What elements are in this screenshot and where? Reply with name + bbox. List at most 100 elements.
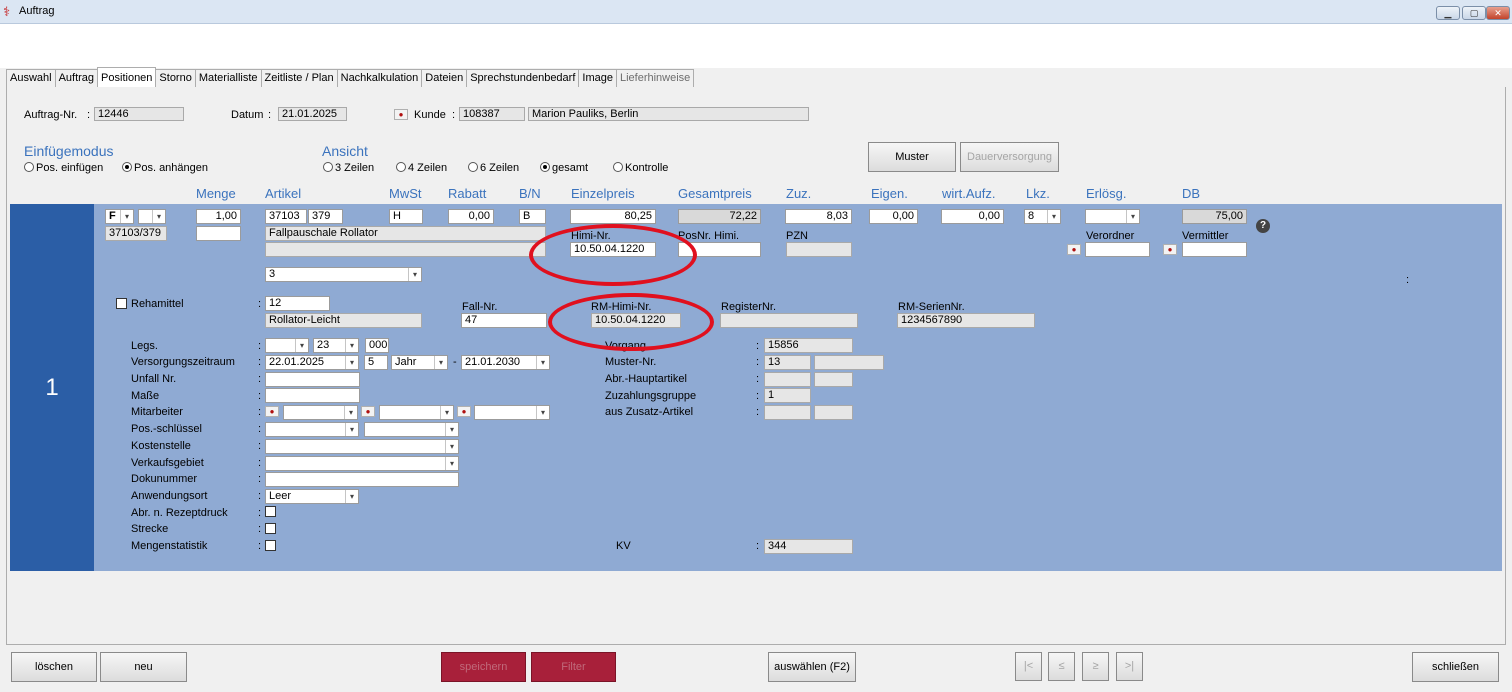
- tab-zeitliste[interactable]: Zeitliste / Plan: [260, 69, 338, 88]
- minimize-icon[interactable]: ▁: [1436, 6, 1460, 20]
- abr-rezeptdruck-checkbox[interactable]: [265, 506, 276, 517]
- speichern-button[interactable]: speichern: [441, 652, 526, 682]
- app-logo-icon: ⚕: [3, 4, 11, 19]
- col-lkz: Lkz.: [1026, 186, 1050, 201]
- vz-to-select[interactable]: 21.01.2030 ▾: [461, 355, 550, 370]
- verordner-input[interactable]: [1085, 242, 1150, 257]
- eigen-input[interactable]: 0,00: [869, 209, 918, 224]
- tab-auswahl[interactable]: Auswahl: [6, 69, 56, 88]
- tab-lieferhinweise[interactable]: Lieferhinweise: [615, 69, 695, 88]
- tab-dateien[interactable]: Dateien: [421, 69, 468, 88]
- dokunummer-label: Dokunummer: [131, 473, 198, 485]
- chevron-down-icon: ▾: [1047, 210, 1060, 223]
- masse-input[interactable]: [265, 388, 360, 403]
- combo-select[interactable]: 3 ▾: [265, 267, 422, 282]
- prev-record-button[interactable]: ≤: [1048, 652, 1075, 681]
- tab-image[interactable]: Image: [578, 69, 617, 88]
- einzelpreis-input[interactable]: 80,25: [570, 209, 656, 224]
- radio-gesamt[interactable]: gesamt: [540, 162, 588, 174]
- rabatt-input[interactable]: 0,00: [448, 209, 494, 224]
- tab-storno[interactable]: Storno: [155, 69, 196, 88]
- vz-from-select[interactable]: 22.01.2025 ▾: [265, 355, 359, 370]
- erloesg-select[interactable]: ▾: [1085, 209, 1140, 224]
- vermittler-input[interactable]: [1182, 242, 1247, 257]
- radio-4-zeilen[interactable]: 4 Zeilen: [396, 162, 447, 174]
- eye-icon[interactable]: ●: [1163, 244, 1177, 255]
- bezeichnung-field: Fallpauschale Rollator: [265, 226, 546, 241]
- radio-pos-anhaengen[interactable]: Pos. anhängen: [122, 162, 208, 174]
- artikel-input-2[interactable]: 379: [308, 209, 343, 224]
- anwendungsort-select[interactable]: Leer ▾: [265, 489, 359, 504]
- vz-unit-select[interactable]: Jahr ▾: [391, 355, 448, 370]
- radio-pos-einfuegen[interactable]: Pos. einfügen: [24, 162, 103, 174]
- toolbar-area: [0, 24, 1512, 68]
- position-number[interactable]: 1: [10, 204, 94, 571]
- rm-seriennr-field: 1234567890: [897, 313, 1035, 328]
- schliessen-button[interactable]: schließen: [1412, 652, 1499, 682]
- loeschen-button[interactable]: löschen: [11, 652, 97, 682]
- tab-nachkalkulation[interactable]: Nachkalkulation: [336, 69, 423, 88]
- fallnr-label: Fall-Nr.: [462, 301, 498, 313]
- mitarbeiter-select-3[interactable]: ▾: [474, 405, 550, 420]
- tab-auftrag[interactable]: Auftrag: [54, 69, 99, 88]
- tab-positionen[interactable]: Positionen: [97, 67, 157, 88]
- dokunummer-input[interactable]: [265, 472, 459, 487]
- mitarbeiter-select-1[interactable]: ▾: [283, 405, 358, 420]
- wirt-aufz-input[interactable]: 0,00: [941, 209, 1004, 224]
- kv-field: 344: [764, 539, 853, 554]
- eye-icon[interactable]: ●: [457, 406, 471, 417]
- last-record-button[interactable]: >|: [1116, 652, 1143, 681]
- verkaufsgebiet-select[interactable]: ▾: [265, 456, 459, 471]
- eye-icon[interactable]: ●: [265, 406, 279, 417]
- neu-button[interactable]: neu: [100, 652, 187, 682]
- radio-3-zeilen[interactable]: 3 Zeilen: [323, 162, 374, 174]
- maximize-icon[interactable]: ▢: [1462, 6, 1486, 20]
- radio-kontrolle[interactable]: Kontrolle: [613, 162, 668, 174]
- masse-label: Maße: [131, 390, 160, 402]
- filter-button[interactable]: Filter: [531, 652, 616, 682]
- artikel-input-1[interactable]: 37103: [265, 209, 307, 224]
- auswaehlen-button[interactable]: auswählen (F2): [768, 652, 856, 682]
- eye-icon[interactable]: ●: [361, 406, 375, 417]
- tab-sprechstundenbedarf[interactable]: Sprechstundenbedarf: [466, 69, 580, 88]
- fn-select[interactable]: F ▾: [105, 209, 134, 224]
- lkz-select[interactable]: 8 ▾: [1024, 209, 1061, 224]
- next-record-button[interactable]: ≥: [1082, 652, 1109, 681]
- mwst-input[interactable]: H: [389, 209, 423, 224]
- close-icon[interactable]: ✕: [1486, 6, 1510, 20]
- tab-materialliste[interactable]: Materialliste: [194, 69, 262, 88]
- mengenstatistik-checkbox[interactable]: [265, 540, 276, 551]
- flag-select[interactable]: ▾: [138, 209, 166, 224]
- chevron-down-icon: ▾: [445, 423, 458, 436]
- zuz-input[interactable]: 8,03: [785, 209, 852, 224]
- menge-extra-input[interactable]: [196, 226, 241, 241]
- rehamittel-checkbox[interactable]: [116, 298, 127, 309]
- colon: :: [258, 507, 262, 519]
- strecke-checkbox[interactable]: [265, 523, 276, 534]
- fallnr-input[interactable]: 47: [461, 313, 547, 328]
- eye-icon[interactable]: ●: [1067, 244, 1081, 255]
- legs-code-input[interactable]: 000: [365, 338, 389, 353]
- kunde-label: Kunde: [414, 109, 446, 121]
- radio-circle: [613, 162, 623, 172]
- muster-button[interactable]: Muster: [868, 142, 956, 172]
- legs-select[interactable]: ▾: [265, 338, 309, 353]
- help-icon[interactable]: ?: [1256, 219, 1270, 233]
- eye-icon[interactable]: ●: [394, 109, 408, 120]
- chevron-down-icon: ▾: [152, 210, 165, 223]
- posschluessel-select-2[interactable]: ▾: [364, 422, 459, 437]
- vz-count-input[interactable]: 5: [364, 355, 388, 370]
- unfall-input[interactable]: [265, 372, 360, 387]
- radio-6-zeilen[interactable]: 6 Zeilen: [468, 162, 519, 174]
- bn-input[interactable]: B: [519, 209, 546, 224]
- first-record-button[interactable]: |<: [1015, 652, 1042, 681]
- kostenstelle-select[interactable]: ▾: [265, 439, 459, 454]
- rehamittel-input[interactable]: 12: [265, 296, 330, 311]
- menge-input[interactable]: 1,00: [196, 209, 241, 224]
- posschluessel-select-1[interactable]: ▾: [265, 422, 359, 437]
- mitarbeiter-select-2[interactable]: ▾: [379, 405, 454, 420]
- colon: :: [258, 340, 262, 352]
- legs-num-select[interactable]: 23 ▾: [313, 338, 359, 353]
- dauerversorgung-button[interactable]: Dauerversorgung: [960, 142, 1059, 172]
- title-bar: ⚕ Auftrag ▁ ▢ ✕: [0, 0, 1512, 24]
